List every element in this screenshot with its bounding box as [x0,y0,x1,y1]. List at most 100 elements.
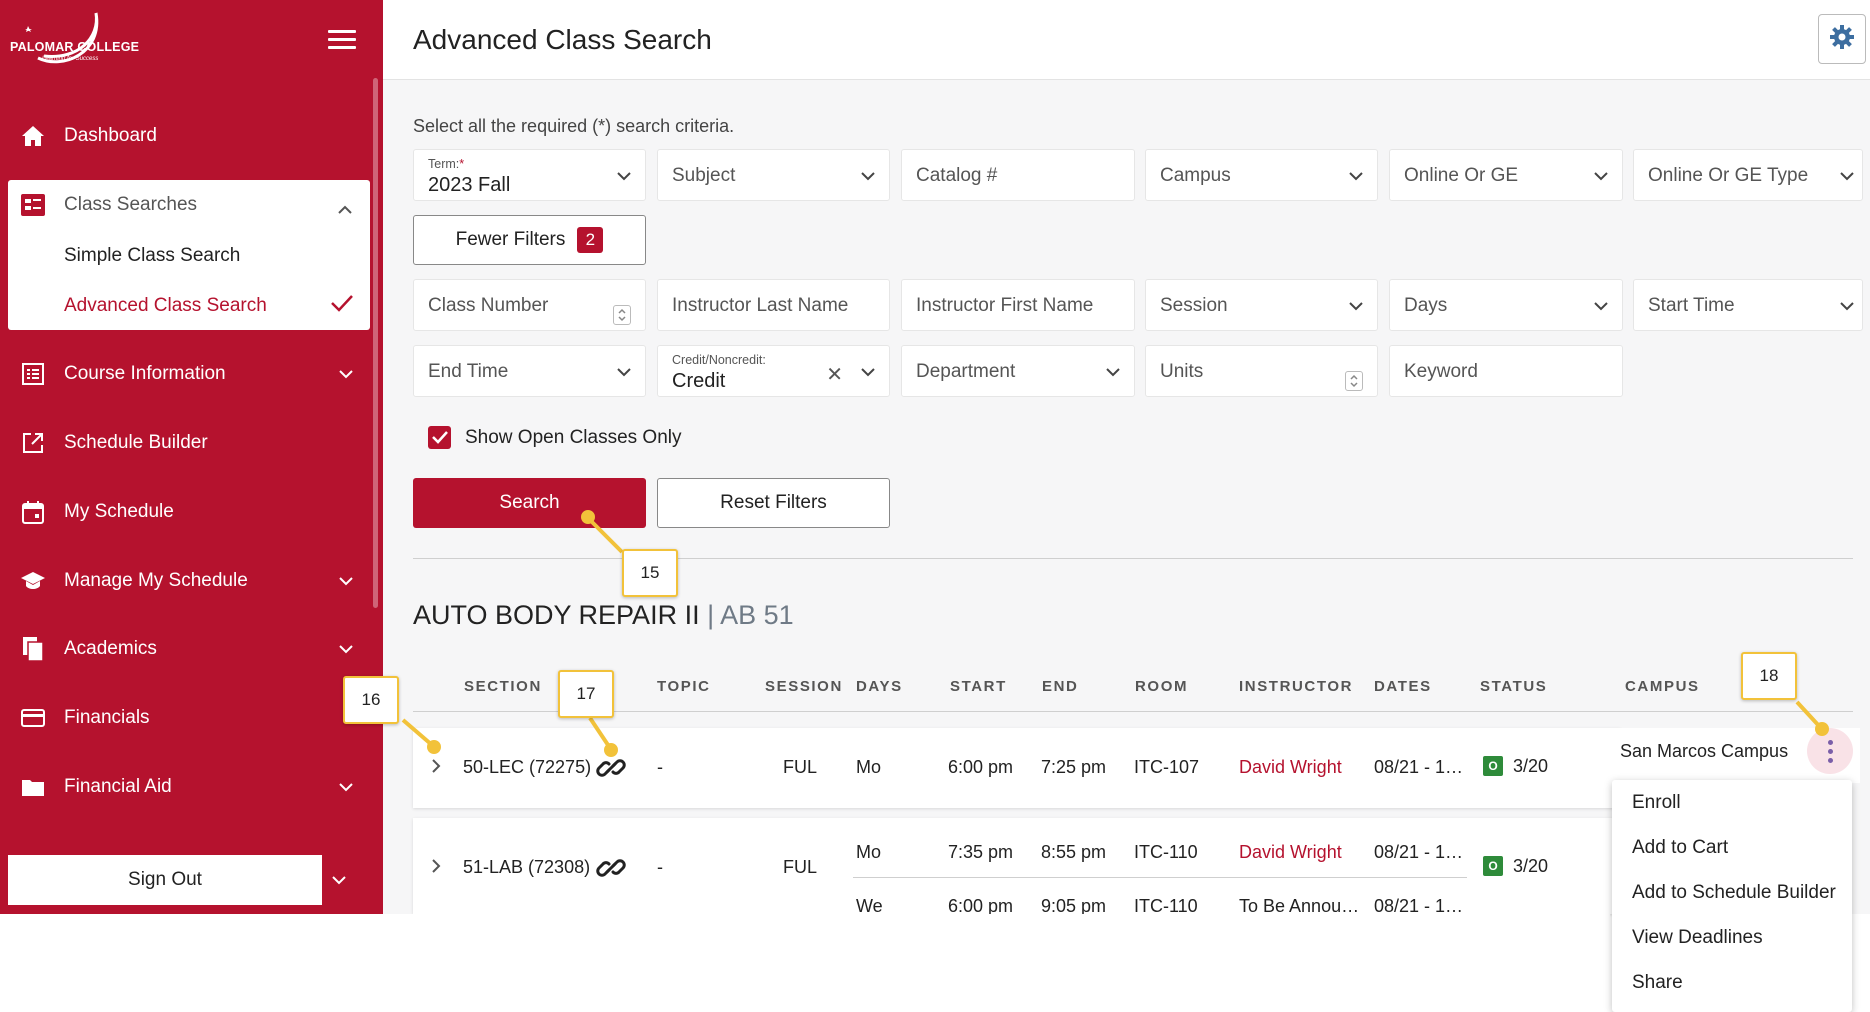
app-root: PALOMAR COLLEGE Learning for Success Das… [0,0,1870,1012]
days-placeholder: Days [1404,295,1448,316]
session-select[interactable]: Session [1145,279,1378,331]
sidebar-item-label: Schedule Builder [64,432,208,453]
credit-noncredit-select[interactable]: Credit/Noncredit: Credit ✕ [657,345,890,397]
chevron-down-icon[interactable] [332,872,346,890]
chevron-down-icon [1349,298,1363,316]
external-edit-icon [20,430,46,456]
chevron-down-icon [617,168,631,186]
callout-badge: 15 [622,549,678,597]
units-placeholder: Units [1160,361,1204,382]
open-classes-label[interactable]: Show Open Classes Only [465,427,682,449]
sidebar-item-manage-my-schedule[interactable]: Manage My Schedule [0,553,383,609]
gear-icon [1829,24,1855,55]
reset-filters-button[interactable]: Reset Filters [657,478,890,528]
start-time-placeholder: Start Time [1648,295,1735,316]
callout-badge: 16 [343,676,399,724]
callout-badge: 17 [558,670,614,718]
credit-noncredit-value: Credit [672,370,726,392]
chevron-down-icon [339,369,353,379]
online-or-ge-type-select[interactable]: Online Or GE Type [1633,149,1863,201]
settings-button[interactable] [1818,14,1866,64]
sidebar-item-label: Financial Aid [64,776,172,797]
fewer-filters-label: Fewer Filters [455,229,566,250]
sidebar-item-financials[interactable]: Financials [0,690,383,746]
sidebar-group-class-searches: Class Searches Simple Class Search Advan… [8,180,370,330]
filter-count-badge: 2 [577,227,604,253]
sidebar-item-dashboard[interactable]: Dashboard [0,108,383,164]
meeting-divider [853,877,1467,878]
instructor-link[interactable]: David Wright [1239,757,1342,778]
search-instructions: Select all the required (*) search crite… [413,116,735,136]
open-status-icon: O [1483,756,1503,776]
number-stepper-icon[interactable] [613,305,631,325]
menu-item-add-to-cart[interactable]: Add to Cart [1632,837,1728,859]
check-icon [431,431,448,444]
instructor-last-name-input[interactable]: Instructor Last Name [657,279,890,331]
instructor-first-name-input[interactable]: Instructor First Name [901,279,1135,331]
sidebar-item-simple-class-search[interactable]: Simple Class Search [64,245,240,267]
chevron-down-icon [1840,298,1854,316]
catalog-number-input[interactable]: Catalog # [901,149,1135,201]
clear-icon[interactable]: ✕ [826,362,843,387]
link-icon[interactable] [593,750,629,786]
column-header-section: SECTION [464,678,542,695]
term-select[interactable]: Term:* 2023 Fall [413,149,646,201]
expand-row-icon[interactable] [431,858,441,879]
open-classes-checkbox[interactable] [428,426,451,449]
menu-item-enroll[interactable]: Enroll [1632,792,1681,814]
days-cell: Mo [856,757,882,777]
menu-item-view-deadlines[interactable]: View Deadlines [1632,927,1763,949]
end-time-select[interactable]: End Time [413,345,646,397]
sidebar-item-class-searches[interactable]: Class Searches [8,180,370,230]
chevron-down-icon [1594,168,1608,186]
number-stepper-icon[interactable] [1345,371,1363,391]
column-header-room: ROOM [1135,678,1189,695]
campus-select[interactable]: Campus [1145,149,1378,201]
graduation-cap-icon [20,568,46,594]
online-or-ge-select[interactable]: Online Or GE [1389,149,1623,201]
column-header-end: END [1042,678,1079,695]
department-select[interactable]: Department [901,345,1135,397]
sidebar-item-advanced-class-search[interactable]: Advanced Class Search [64,295,267,317]
online-or-ge-type-placeholder: Online Or GE Type [1648,165,1809,186]
start-time-select[interactable]: Start Time [1633,279,1863,331]
sidebar-item-my-schedule[interactable]: My Schedule [0,484,383,540]
days-select[interactable]: Days [1389,279,1623,331]
sidebar-item-label: Course Information [64,363,226,384]
seats-value: 3/20 [1513,856,1549,876]
column-header-status: STATUS [1480,678,1548,695]
expand-row-icon[interactable] [431,758,441,779]
days-cell: Mo [856,842,882,862]
menu-item-share[interactable]: Share [1632,972,1683,994]
subject-select[interactable]: Subject [657,149,890,201]
units-input[interactable]: Units [1145,345,1378,397]
college-logo[interactable]: PALOMAR COLLEGE Learning for Success [8,8,148,78]
class-number-input[interactable]: Class Number [413,279,646,331]
fewer-filters-button[interactable]: Fewer Filters 2 [413,215,646,265]
page-bottom [0,914,1610,1012]
more-options-icon[interactable] [1807,728,1853,774]
sign-out-button[interactable]: Sign Out [8,855,322,905]
instructor-link[interactable]: David Wright [1239,842,1342,863]
sidebar-item-schedule-builder[interactable]: Schedule Builder [0,415,383,471]
menu-item-add-to-schedule-builder[interactable]: Add to Schedule Builder [1632,882,1836,904]
search-button[interactable]: Search [413,478,646,528]
callout-badge: 18 [1741,652,1797,700]
sidebar: PALOMAR COLLEGE Learning for Success Das… [0,0,383,914]
link-icon[interactable] [593,850,629,886]
menu-toggle-icon[interactable] [328,30,356,50]
table-row: 50-LEC (72275) - FUL Mo 6:00 pm 7:25 pm … [413,728,1621,808]
course-separator: | [707,600,715,630]
status-cell: O 3/20 [1483,756,1548,777]
column-header-instructor: INSTRUCTOR [1239,678,1354,695]
room-cell: ITC-107 [1134,757,1200,777]
sidebar-item-course-information[interactable]: Course Information [0,346,383,402]
session-cell: FUL [783,857,818,877]
sidebar-scrollbar[interactable] [373,78,378,608]
keyword-input[interactable]: Keyword [1389,345,1623,397]
brand-name: PALOMAR COLLEGE [10,40,140,54]
sidebar-item-label: My Schedule [64,501,174,522]
sidebar-item-academics[interactable]: Academics [0,621,383,677]
sidebar-item-financial-aid[interactable]: Financial Aid [0,759,383,815]
column-header-topic: TOPIC [657,678,711,695]
